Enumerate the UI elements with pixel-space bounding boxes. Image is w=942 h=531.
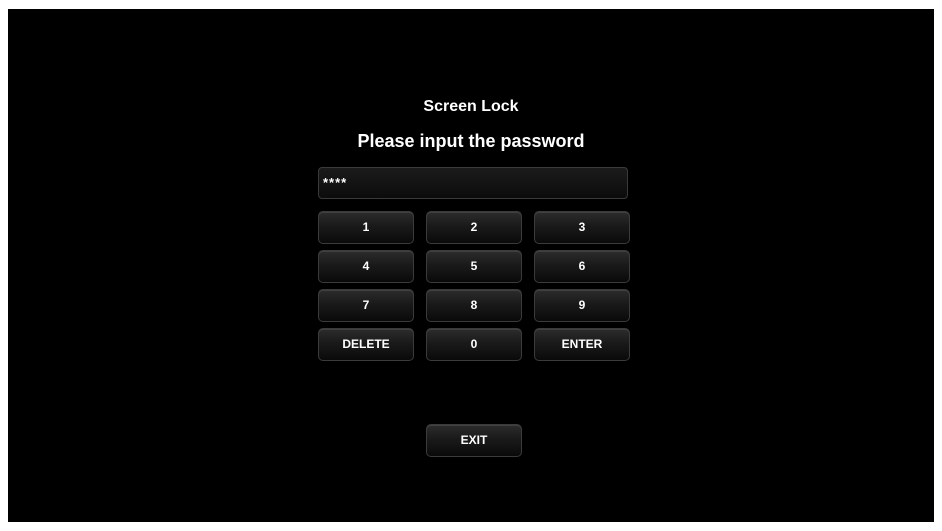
- key-5-button[interactable]: 5: [426, 250, 522, 283]
- key-4-button[interactable]: 4: [318, 250, 414, 283]
- key-2-button[interactable]: 2: [426, 211, 522, 244]
- lock-screen: Screen Lock Please input the password **…: [8, 9, 934, 522]
- enter-button[interactable]: ENTER: [534, 328, 630, 361]
- screen-title: Screen Lock: [423, 98, 519, 115]
- key-1-button[interactable]: 1: [318, 211, 414, 244]
- key-9-button[interactable]: 9: [534, 289, 630, 322]
- key-3-button[interactable]: 3: [534, 211, 630, 244]
- password-field[interactable]: ****: [318, 167, 628, 199]
- key-6-button[interactable]: 6: [534, 250, 630, 283]
- password-prompt: Please input the password: [357, 131, 585, 151]
- exit-button[interactable]: EXIT: [426, 424, 522, 457]
- key-0-button[interactable]: 0: [426, 328, 522, 361]
- key-8-button[interactable]: 8: [426, 289, 522, 322]
- delete-button[interactable]: DELETE: [318, 328, 414, 361]
- key-7-button[interactable]: 7: [318, 289, 414, 322]
